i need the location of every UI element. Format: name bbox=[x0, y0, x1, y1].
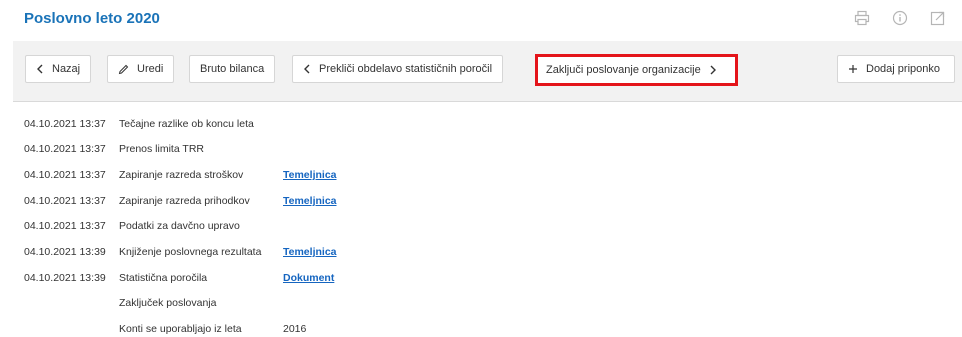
log-timestamp: 04.10.2021 13:39 bbox=[24, 246, 106, 258]
log-timestamp: 04.10.2021 13:37 bbox=[24, 143, 106, 155]
gross-balance-button[interactable]: Bruto bilanca bbox=[189, 55, 276, 83]
export-icon[interactable] bbox=[930, 10, 946, 26]
log-description: Zaključek poslovanja bbox=[119, 297, 217, 309]
log-description: Knjiženje poslovnega rezultata bbox=[119, 246, 262, 258]
log-timestamp: 04.10.2021 13:37 bbox=[24, 195, 106, 207]
log-description: Tečajne razlike ob koncu leta bbox=[119, 118, 254, 130]
log-document-link[interactable]: Dokument bbox=[283, 272, 334, 284]
log-description: Zapiranje razreda stroškov bbox=[119, 169, 244, 181]
chevron-left-icon bbox=[303, 64, 311, 74]
pencil-icon bbox=[118, 64, 129, 75]
log-timestamp: 04.10.2021 13:39 bbox=[24, 272, 106, 284]
print-icon[interactable] bbox=[854, 10, 870, 26]
log-description: Statistična poročila bbox=[119, 272, 208, 284]
log-document-link[interactable]: Temeljnica bbox=[283, 169, 337, 181]
cancel-statistical-reports-button[interactable]: Prekliči obdelavo statističnih poročil bbox=[292, 55, 504, 83]
log-timestamp: 04.10.2021 13:37 bbox=[24, 118, 106, 130]
log-document-link[interactable]: Temeljnica bbox=[283, 246, 337, 258]
edit-button[interactable]: Uredi bbox=[107, 55, 175, 83]
gross-balance-button-label: Bruto bilanca bbox=[200, 63, 265, 75]
back-button[interactable]: Nazaj bbox=[25, 55, 92, 83]
add-attachment-label: Dodaj priponko bbox=[866, 63, 940, 75]
log-timestamp: 04.10.2021 13:37 bbox=[24, 220, 106, 232]
cancel-statistical-reports-label: Prekliči obdelavo statističnih poročil bbox=[319, 63, 493, 75]
action-toolbar: Nazaj Uredi Bruto bilanca Prekliči obdel… bbox=[13, 41, 962, 102]
log-description: Konti se uporabljajo iz leta bbox=[119, 323, 242, 335]
edit-button-label: Uredi bbox=[137, 63, 164, 75]
top-icon-bar bbox=[852, 8, 962, 30]
chevron-left-icon bbox=[36, 64, 44, 74]
page-title: Poslovno leto 2020 bbox=[24, 10, 160, 27]
close-business-button[interactable]: Zaključi poslovanje organizacije bbox=[535, 54, 738, 86]
log-description: Prenos limita TRR bbox=[119, 143, 204, 155]
info-icon[interactable] bbox=[892, 10, 908, 26]
log-description: Podatki za davčno upravo bbox=[119, 220, 240, 232]
log-description: Zapiranje razreda prihodkov bbox=[119, 195, 250, 207]
log-value: 2016 bbox=[283, 323, 307, 335]
log-timestamp: 04.10.2021 13:37 bbox=[24, 169, 106, 181]
back-button-label: Nazaj bbox=[52, 63, 81, 75]
plus-icon bbox=[848, 64, 858, 74]
chevron-right-icon bbox=[709, 65, 717, 75]
close-business-label: Zaključi poslovanje organizacije bbox=[546, 64, 701, 76]
add-attachment-button[interactable]: Dodaj priponko bbox=[837, 55, 955, 83]
log-document-link[interactable]: Temeljnica bbox=[283, 195, 337, 207]
